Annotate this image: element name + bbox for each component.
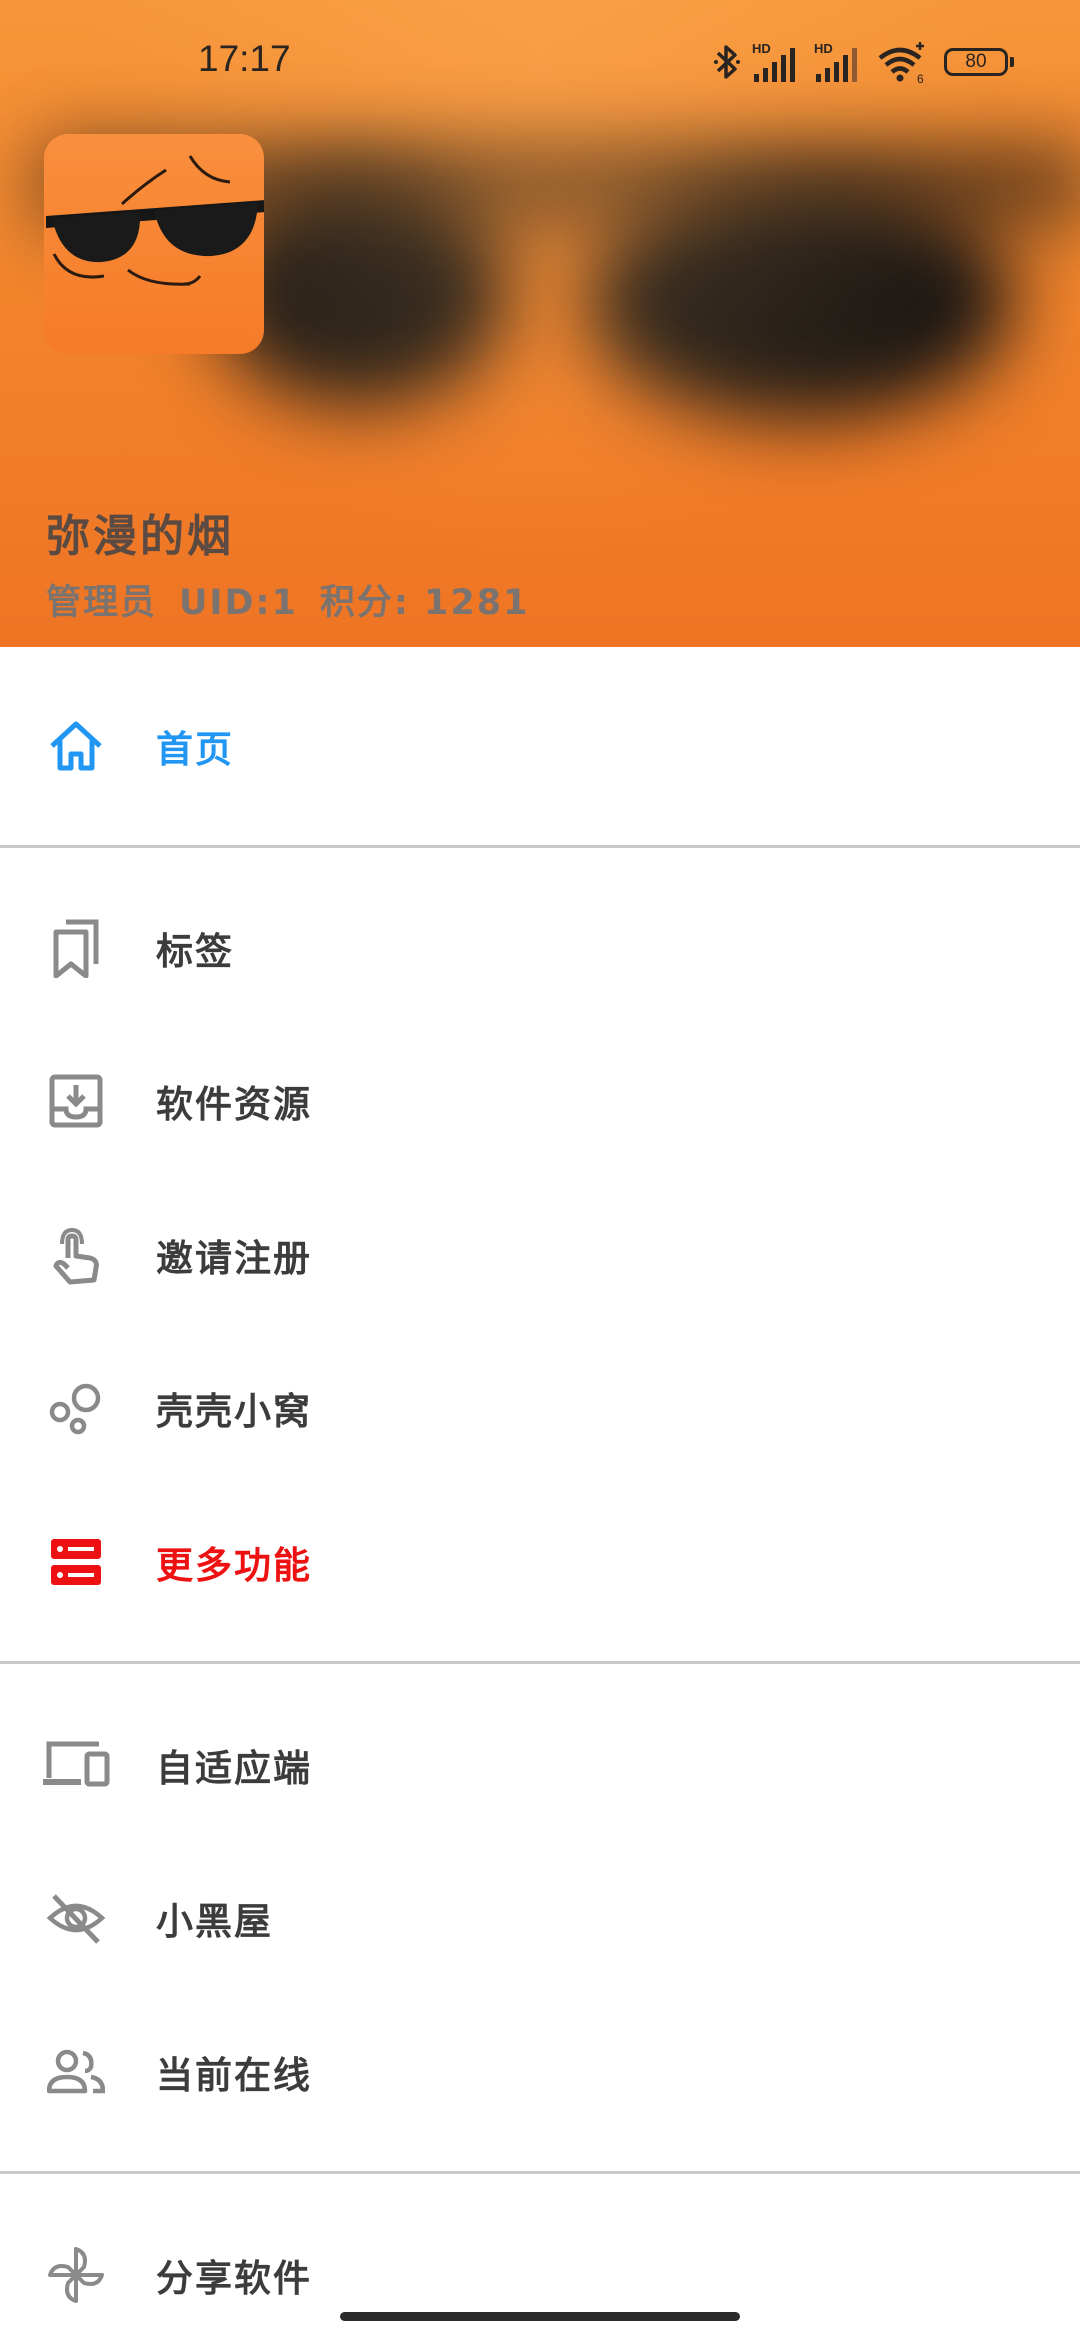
menu-item-invite[interactable]: 邀请注册 (0, 1195, 1080, 1315)
svg-text:HD: HD (752, 41, 771, 56)
signal-hd-icon: HD (814, 41, 857, 82)
avatar[interactable] (44, 134, 264, 354)
menu-divider (0, 845, 1080, 848)
profile-points: 积分: 1281 (319, 583, 530, 623)
menu-label-blackroom: 小黑屋 (156, 1900, 273, 1943)
menu-label-online: 当前在线 (156, 2054, 312, 2097)
svg-text:6: 6 (917, 72, 924, 84)
pinwheel-icon (46, 2245, 106, 2305)
wifi-icon: 6 (878, 42, 924, 84)
status-bar: 17:17 HD HD 6 80 (0, 0, 1080, 120)
sunglasses-face-avatar-icon (46, 155, 264, 286)
menu-item-more[interactable]: 更多功能 (0, 1502, 1080, 1622)
profile-meta: 管理员 UID:1 积分: 1281 (46, 574, 551, 625)
bubbles-icon (46, 1378, 106, 1438)
eye-off-icon (46, 1888, 106, 1948)
menu-label-tags: 标签 (156, 930, 234, 973)
profile-header: 17:17 HD HD 6 80 弥漫的烟 管理员 UID:1 积分: 1281 (0, 0, 1080, 647)
menu-label-home: 首页 (156, 728, 234, 771)
menu-label-more: 更多功能 (156, 1544, 312, 1587)
menu-item-home[interactable]: 首页 (0, 686, 1080, 806)
touch-hand-icon (46, 1225, 106, 1285)
download-tray-icon (46, 1071, 106, 1131)
svg-text:HD: HD (814, 41, 833, 56)
menu-label-invite: 邀请注册 (156, 1237, 312, 1280)
status-time: 17:17 (198, 38, 291, 79)
menu-divider (0, 2171, 1080, 2174)
devices-icon (40, 1735, 112, 1795)
people-icon (46, 2042, 106, 2102)
status-icons: HD HD 6 80 (712, 38, 1014, 86)
menu-item-online[interactable]: 当前在线 (0, 2012, 1080, 2132)
menu-label-software: 软件资源 (156, 1083, 312, 1126)
home-indicator[interactable] (340, 2312, 740, 2321)
menu-item-software[interactable]: 软件资源 (0, 1041, 1080, 1161)
bluetooth-icon (714, 45, 740, 79)
menu-label-share: 分享软件 (156, 2257, 312, 2300)
battery-indicator: 80 (944, 48, 1014, 76)
profile-role: 管理员 (46, 583, 158, 623)
battery-level: 80 (965, 51, 987, 72)
menu-label-nest: 壳壳小窝 (156, 1390, 312, 1433)
home-icon (46, 716, 106, 776)
profile-name: 弥漫的烟 (46, 511, 234, 562)
signal-hd-icon: HD (752, 41, 795, 82)
menu-item-nest[interactable]: 壳壳小窝 (0, 1348, 1080, 1468)
server-icon (46, 1532, 106, 1592)
menu-item-blackroom[interactable]: 小黑屋 (0, 1858, 1080, 1978)
menu-label-adaptive: 自适应端 (156, 1747, 312, 1790)
bookmark-icon (46, 918, 106, 978)
profile-uid: UID:1 (179, 583, 298, 623)
menu-item-tags[interactable]: 标签 (0, 888, 1080, 1008)
menu-item-adaptive[interactable]: 自适应端 (0, 1705, 1080, 1825)
menu-divider (0, 1661, 1080, 1664)
